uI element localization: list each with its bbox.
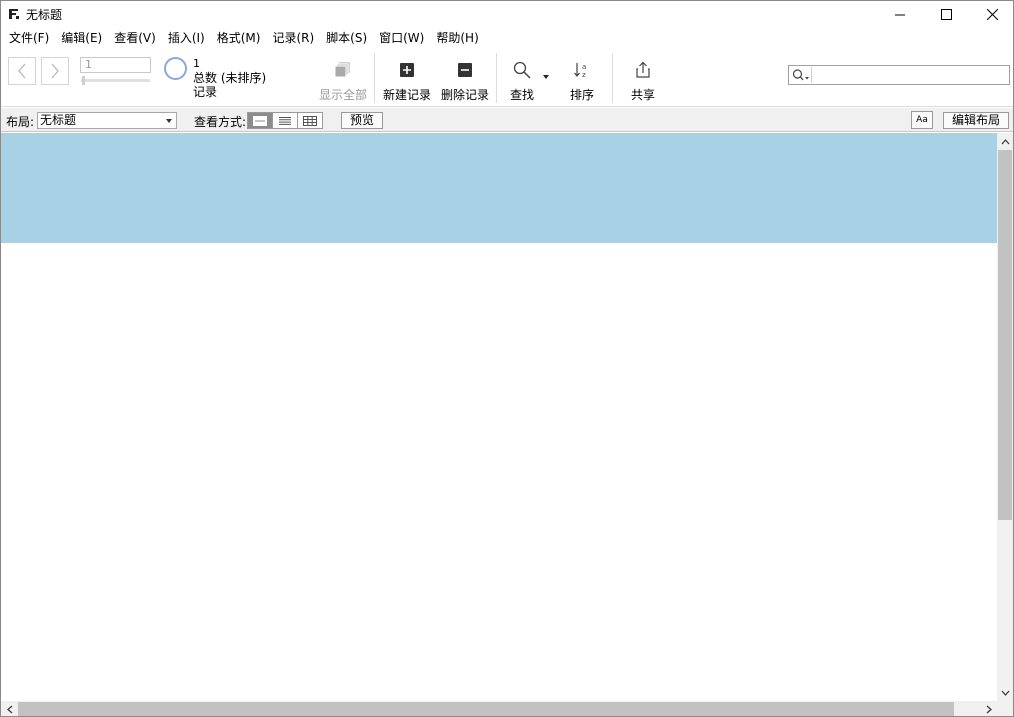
found-count: 1 [193,57,200,70]
delete-record-label: 删除记录 [440,88,490,102]
chevron-down-icon [1001,690,1009,696]
filemaker-app-icon [8,8,20,20]
find-label: 查找 [509,88,535,102]
table-view-icon [303,115,317,126]
close-button[interactable] [969,1,1013,28]
app-window: 无标题 文件(F) 编辑(E) 查看(V) 插入(I) 格式(M) 记录(R) … [0,0,1014,717]
record-content-area[interactable] [1,133,997,701]
layout-dropdown-value: 无标题 [40,113,77,127]
sort-button[interactable]: a z 排序 [566,48,598,107]
horizontal-scrollbar[interactable] [1,701,997,716]
current-record-field[interactable]: 1 [80,57,151,73]
toolbar-divider [496,53,497,103]
view-as-list-button[interactable] [272,112,298,129]
vertical-scrollbar[interactable] [997,133,1013,701]
formatting-bar-button[interactable]: Aa [911,111,933,129]
minimize-icon [894,14,905,16]
new-record-button[interactable]: 新建记录 [382,48,432,107]
dropdown-caret-icon [166,119,172,123]
layout-dropdown[interactable]: 无标题 [37,112,177,129]
menu-format[interactable]: 格式(M) [211,29,267,47]
magnifier-icon [512,60,532,80]
window-title: 无标题 [26,8,63,22]
menu-records[interactable]: 记录(R) [266,29,320,47]
menu-help[interactable]: 帮助(H) [430,29,484,47]
chevron-up-icon [1001,138,1009,144]
edit-layout-button[interactable]: 编辑布局 [943,112,1009,129]
menu-window[interactable]: 窗口(W) [373,29,430,47]
share-button[interactable]: 共享 [627,48,659,107]
previous-record-button[interactable] [8,57,36,85]
share-icon [633,60,653,80]
scroll-down-button[interactable] [997,684,1013,701]
status-toolbar: 1 1 总数 (未排序) 记录 显示全部 新建记录 删除记录 查找 a z 排序… [1,48,1013,107]
menu-bar: 文件(F) 编辑(E) 查看(V) 插入(I) 格式(M) 记录(R) 脚本(S… [1,28,1013,48]
chevron-right-small-icon [986,705,992,713]
preview-button[interactable]: 预览 [341,112,383,129]
minus-icon [455,60,475,80]
layout-header-part [1,133,997,243]
svg-text:z: z [582,71,586,79]
list-view-icon [279,116,291,125]
delete-record-button[interactable]: 删除记录 [440,48,490,107]
share-label: 共享 [630,88,656,102]
new-record-label: 新建记录 [382,88,432,102]
title-bar: 无标题 [1,1,1013,28]
sort-az-icon: a z [572,60,592,80]
records-pie-chart-icon[interactable] [164,57,187,80]
quick-find-menu-button[interactable] [790,67,812,83]
scroll-up-button[interactable] [997,133,1013,150]
show-all-button[interactable]: 显示全部 [318,48,368,107]
menu-insert[interactable]: 插入(I) [162,29,211,47]
record-slider-thumb[interactable] [82,76,85,85]
find-dropdown-arrow-icon[interactable] [541,72,551,82]
search-icon [792,69,809,81]
maximize-button[interactable] [923,1,969,28]
menu-file[interactable]: 文件(F) [3,29,55,47]
records-label: 记录 [193,85,218,99]
toolbar-divider [612,53,613,103]
view-as-table-button[interactable] [297,112,323,129]
view-as-toggle [247,112,323,129]
layout-bar: 布局: 无标题 查看方式: 预览 Aa 编辑布局 [1,108,1013,132]
toolbar-divider [374,53,375,103]
find-button[interactable]: 查找 [506,48,538,107]
menu-scripts[interactable]: 脚本(S) [320,29,373,47]
menu-view[interactable]: 查看(V) [108,29,162,47]
plus-icon [397,60,417,80]
chevron-left-small-icon [6,705,12,713]
form-view-icon [253,115,267,126]
record-slider-track[interactable] [81,79,150,82]
sort-label: 排序 [569,88,595,102]
total-unsorted-label: 总数 (未排序) [193,71,267,85]
view-as-form-button[interactable] [247,112,273,129]
view-as-label: 查看方式: [194,115,247,129]
menu-edit[interactable]: 编辑(E) [55,29,108,47]
scroll-left-button[interactable] [1,701,18,716]
quick-find-field[interactable] [788,65,1010,85]
scroll-right-button[interactable] [980,701,997,716]
chevron-left-icon [18,63,26,79]
close-icon [986,9,998,20]
minimize-button[interactable] [877,1,923,28]
horizontal-scroll-thumb[interactable] [18,702,954,716]
layout-label: 布局: [6,115,35,129]
svg-text:a: a [582,63,586,71]
next-record-button[interactable] [41,57,69,85]
maximize-icon [940,9,952,20]
show-all-icon [333,60,353,80]
vertical-scroll-thumb[interactable] [998,150,1012,520]
chevron-right-icon [51,63,59,79]
show-all-label: 显示全部 [318,88,368,102]
scrollbar-corner [997,701,1013,716]
